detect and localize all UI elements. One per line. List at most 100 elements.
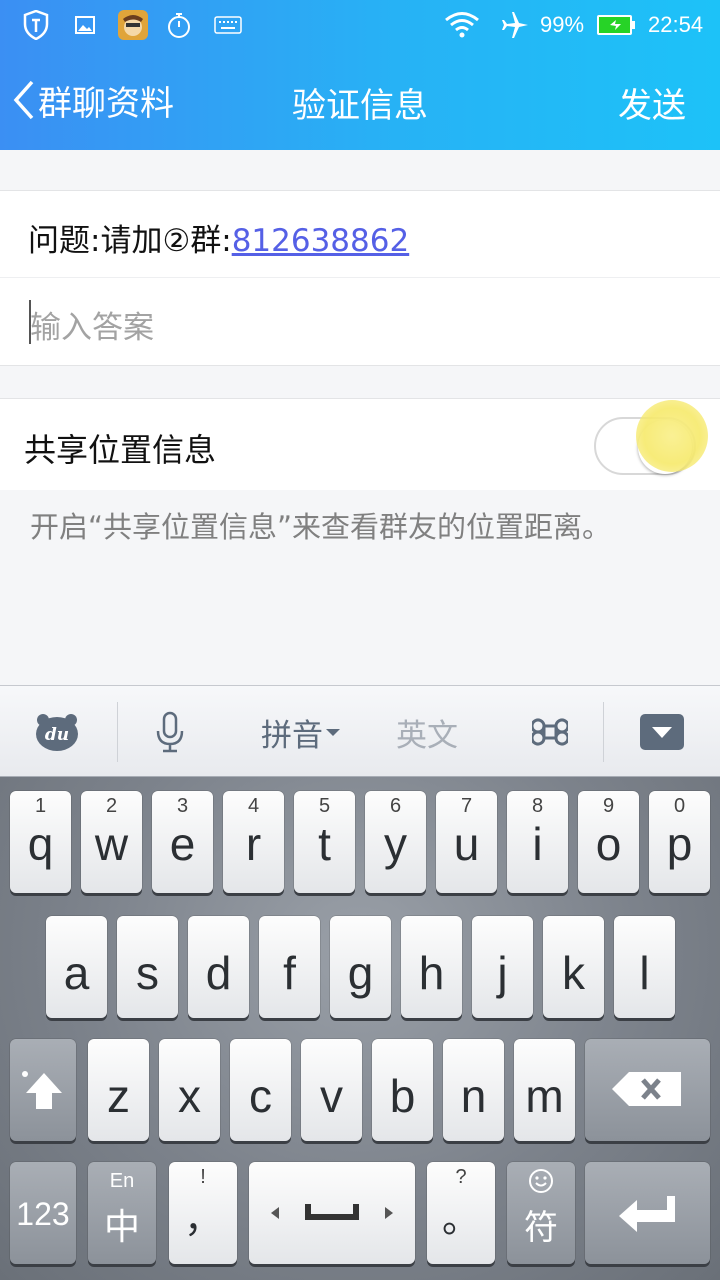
key-number-hint: 1: [34, 795, 47, 817]
key-h[interactable]: h: [401, 916, 462, 1018]
baidu-logo-icon[interactable]: du: [30, 686, 84, 778]
symbol-key[interactable]: 符: [507, 1162, 575, 1264]
key-letter: h: [418, 947, 445, 999]
touch-indicator: [636, 400, 708, 472]
key-j[interactable]: j: [472, 916, 533, 1018]
send-button[interactable]: 发送: [618, 78, 686, 127]
enter-icon: [619, 1196, 675, 1232]
period-key-top: ?: [455, 1166, 467, 1188]
shift-key[interactable]: [10, 1039, 76, 1141]
microphone-icon[interactable]: [150, 686, 190, 778]
app-avatar-icon: [116, 8, 150, 42]
share-location-label: 共享位置信息: [24, 431, 217, 469]
key-n[interactable]: n: [443, 1039, 504, 1141]
key-k[interactable]: k: [543, 916, 604, 1018]
keyboard-icon: [214, 8, 242, 42]
space-bar-icon: [271, 1204, 393, 1220]
key-number-hint: 7: [460, 795, 473, 817]
key-number-hint: 4: [247, 795, 260, 817]
key-a[interactable]: a: [46, 916, 107, 1018]
collapse-keyboard-icon[interactable]: [638, 686, 686, 778]
period-key-label: 。: [441, 1199, 480, 1241]
key-t[interactable]: 5t: [294, 791, 355, 893]
key-letter: g: [347, 947, 374, 999]
status-time: 22:54: [648, 12, 704, 37]
image-icon: [74, 8, 96, 42]
key-v[interactable]: v: [301, 1039, 362, 1141]
key-letter: f: [283, 947, 296, 999]
verification-form: 问题:请加②群:812638862 输入答案 共享位置信息 开启“共享位置信息”…: [0, 150, 720, 685]
key-p[interactable]: 0p: [649, 791, 710, 893]
nav-bar: 群聊资料 验证信息 发送: [0, 50, 720, 150]
battery-icon: [596, 8, 636, 42]
key-m[interactable]: m: [514, 1039, 575, 1141]
key-letter: u: [453, 818, 480, 870]
number-key[interactable]: 123: [10, 1162, 76, 1264]
key-q[interactable]: 1q: [10, 791, 71, 893]
key-letter: x: [178, 1070, 201, 1122]
key-letter: o: [595, 818, 622, 870]
key-y[interactable]: 6y: [365, 791, 426, 893]
keyboard: 1q2w3e4r5t6y7u8i9o0p asdfghjkl zxcvbnm 1…: [0, 777, 720, 1280]
key-e[interactable]: 3e: [152, 791, 213, 893]
key-letter: v: [320, 1070, 343, 1122]
key-z[interactable]: z: [88, 1039, 149, 1141]
language-key[interactable]: En 中: [88, 1162, 156, 1264]
key-letter: l: [639, 947, 650, 999]
key-number-hint: 2: [105, 795, 118, 817]
comma-key-top: !: [200, 1166, 206, 1188]
key-letter: k: [562, 947, 585, 999]
status-bar: 99% 22:54: [0, 0, 720, 50]
key-c[interactable]: c: [230, 1039, 291, 1141]
enter-key[interactable]: [585, 1162, 710, 1264]
key-u[interactable]: 7u: [436, 791, 497, 893]
answer-input[interactable]: 输入答案: [0, 278, 720, 366]
key-x[interactable]: x: [159, 1039, 220, 1141]
key-g[interactable]: g: [330, 916, 391, 1018]
backspace-key[interactable]: [585, 1039, 710, 1141]
pinyin-mode-button[interactable]: 拼音: [256, 686, 346, 778]
key-letter: b: [389, 1070, 416, 1122]
key-o[interactable]: 9o: [578, 791, 639, 893]
key-letter: a: [63, 947, 90, 999]
symbol-key-label: 符: [524, 1209, 558, 1247]
key-s[interactable]: s: [117, 916, 178, 1018]
key-number-hint: 5: [318, 795, 331, 817]
stopwatch-icon: [166, 8, 192, 42]
english-mode-button[interactable]: 英文: [390, 686, 464, 778]
key-d[interactable]: d: [188, 916, 249, 1018]
key-letter: w: [94, 818, 129, 870]
key-letter: d: [205, 947, 232, 999]
key-letter: n: [460, 1070, 487, 1122]
key-r[interactable]: 4r: [223, 791, 284, 893]
emoji-icon: [529, 1169, 553, 1193]
key-b[interactable]: b: [372, 1039, 433, 1141]
key-number-hint: 3: [176, 795, 189, 817]
toolbar-divider: [117, 702, 118, 762]
key-letter: t: [318, 818, 331, 870]
question-prefix: 问题:请加②群:: [28, 223, 232, 259]
question-row: 问题:请加②群:812638862: [0, 190, 720, 278]
group-number-link[interactable]: 812638862: [232, 223, 410, 259]
chevron-down-icon: [326, 729, 340, 736]
key-letter: p: [666, 818, 693, 870]
command-icon[interactable]: [528, 686, 572, 778]
shield-icon: [22, 8, 50, 42]
comma-key[interactable]: ! ，: [169, 1162, 237, 1264]
key-w[interactable]: 2w: [81, 791, 142, 893]
key-l[interactable]: l: [614, 916, 675, 1018]
key-letter: q: [27, 818, 54, 870]
keyboard-toolbar: du 拼音 英文: [0, 685, 720, 777]
number-key-label: 123: [16, 1196, 70, 1232]
space-key[interactable]: [249, 1162, 415, 1264]
key-f[interactable]: f: [259, 916, 320, 1018]
period-key[interactable]: ? 。: [427, 1162, 495, 1264]
language-key-top: En: [109, 1170, 135, 1192]
key-number-hint: 0: [673, 795, 686, 817]
toolbar-divider: [603, 702, 604, 762]
wifi-icon: [444, 8, 480, 42]
answer-placeholder: 输入答案: [30, 310, 154, 346]
comma-key-label: ，: [183, 1199, 222, 1241]
key-number-hint: 9: [602, 795, 615, 817]
key-i[interactable]: 8i: [507, 791, 568, 893]
